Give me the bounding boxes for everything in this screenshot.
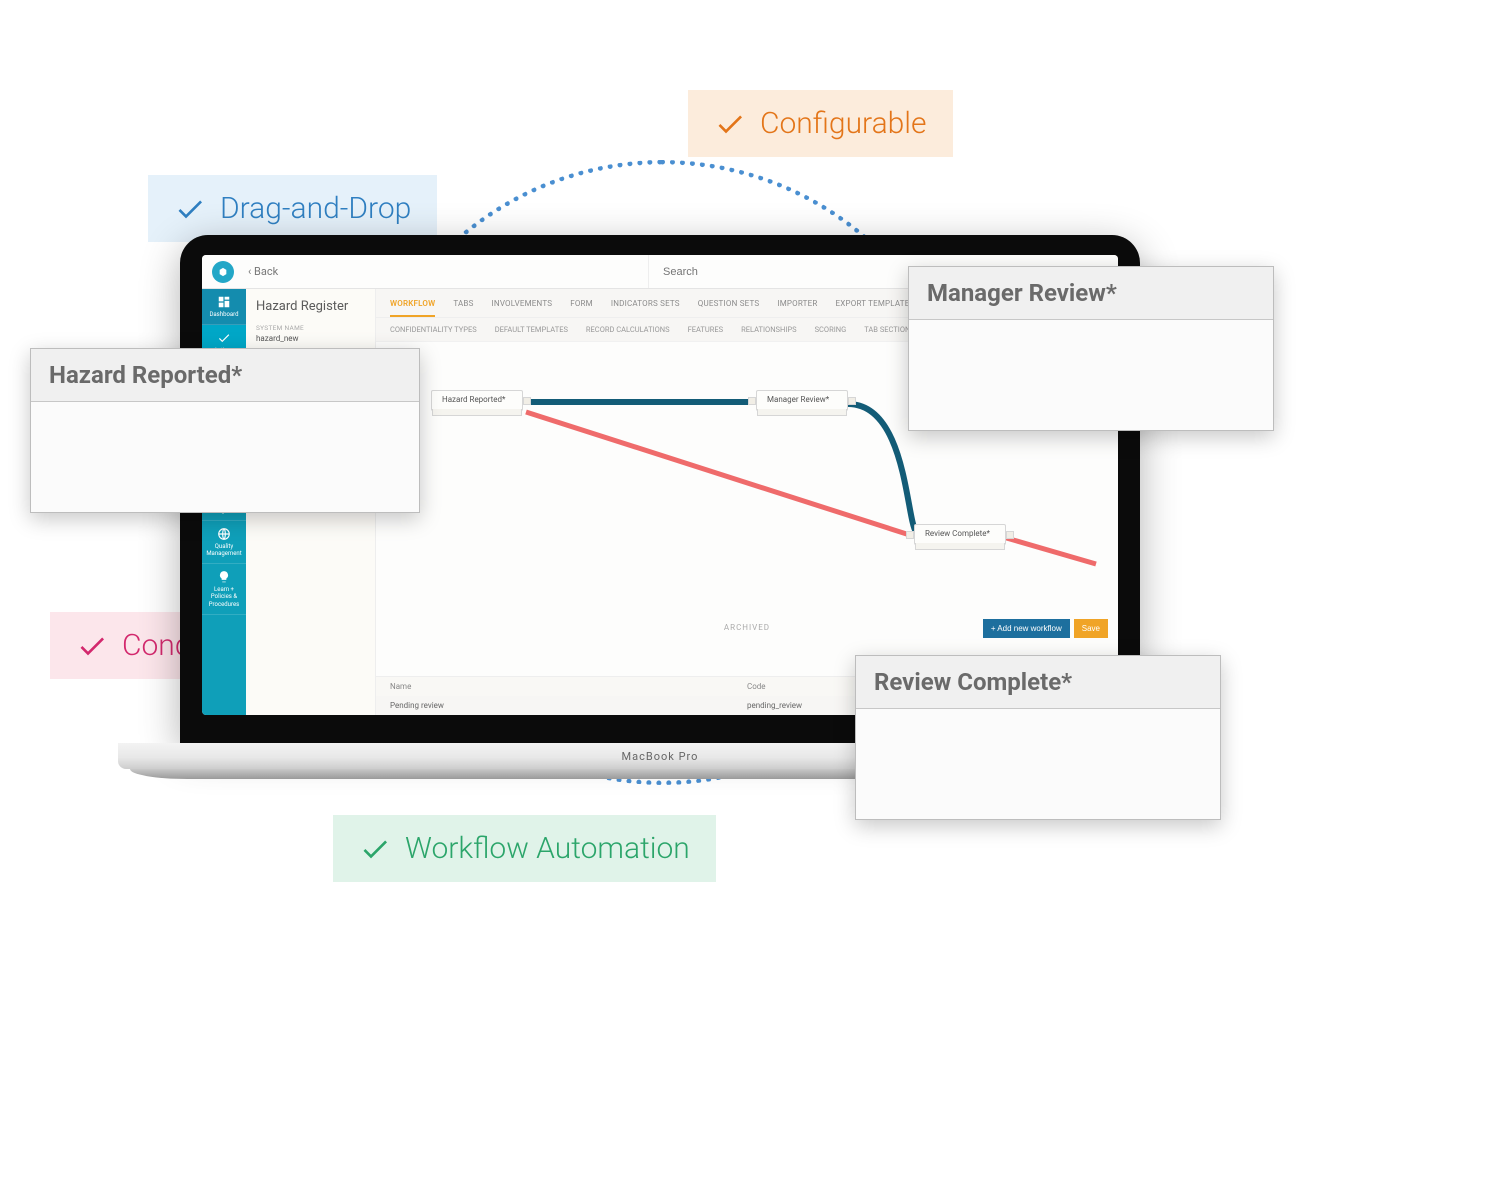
col-name: Name — [390, 682, 747, 691]
tab-involvements[interactable]: INVOLVEMENTS — [492, 299, 553, 317]
workflow-node-hazard-reported[interactable]: Hazard Reported* — [431, 390, 523, 411]
workflow-node-label: Hazard Reported* — [442, 395, 505, 404]
popout-body — [31, 402, 419, 512]
save-button[interactable]: Save — [1074, 619, 1108, 638]
sidebar-item-label: Quality Management — [204, 543, 244, 557]
tab-default-templates[interactable]: DEFAULT TEMPLATES — [495, 325, 568, 334]
grid-icon — [217, 295, 231, 309]
feature-configurable: Configurable — [688, 90, 953, 157]
feature-drag-and-drop: Drag-and-Drop — [148, 175, 437, 242]
bulb-icon — [217, 570, 231, 584]
tab-tabs[interactable]: TABS — [453, 299, 473, 317]
popout-title: Manager Review* — [909, 267, 1273, 320]
tab-record-calc[interactable]: RECORD CALCULATIONS — [586, 325, 670, 334]
sidebar-item-learn[interactable]: Learn + Policies & Procedures — [202, 564, 246, 615]
check-icon — [359, 833, 391, 865]
tab-relationships[interactable]: RELATIONSHIPS — [741, 325, 796, 334]
tab-indicators[interactable]: INDICATORS SETS — [611, 299, 680, 317]
check-icon — [76, 630, 108, 662]
popout-hazard-reported: Hazard Reported* — [30, 348, 420, 513]
laptop-brand-label: MacBook Pro — [622, 750, 699, 763]
tab-export-templates[interactable]: EXPORT TEMPLATES — [836, 299, 915, 317]
sidebar-item-label: Learn + Policies & Procedures — [204, 586, 244, 608]
tab-question-sets[interactable]: QUESTION SETS — [698, 299, 760, 317]
sidebar-item-quality[interactable]: Quality Management — [202, 521, 246, 564]
workflow-node-review-complete[interactable]: Review Complete* — [914, 524, 1006, 545]
canvas-actions: + Add new workflow Save — [983, 619, 1108, 638]
check-icon — [174, 193, 206, 225]
tab-form[interactable]: FORM — [570, 299, 593, 317]
app-logo-icon — [212, 261, 234, 283]
tab-workflow[interactable]: WORKFLOW — [390, 299, 435, 317]
tab-confidentiality[interactable]: CONFIDENTIALITY TYPES — [390, 325, 477, 334]
feature-label: Drag-and-Drop — [220, 191, 411, 226]
tab-features[interactable]: FEATURES — [688, 325, 724, 334]
globe-icon — [217, 527, 231, 541]
check-icon — [217, 331, 231, 345]
back-link[interactable]: ‹ Back — [244, 265, 278, 278]
feature-label: Workflow Automation — [405, 831, 690, 866]
add-workflow-button[interactable]: + Add new workflow — [983, 619, 1070, 638]
workflow-node-label: Manager Review* — [767, 395, 829, 404]
feature-label: Configurable — [760, 106, 927, 141]
popout-manager-review: Manager Review* — [908, 266, 1274, 431]
popout-title: Hazard Reported* — [31, 349, 419, 402]
page-title: Hazard Register — [256, 299, 365, 314]
field-label: SYSTEM NAME — [256, 324, 365, 332]
check-icon — [714, 108, 746, 140]
tab-scoring[interactable]: SCORING — [815, 325, 847, 334]
feature-workflow-automation: Workflow Automation — [333, 815, 716, 882]
sidebar-item-dashboard[interactable]: Dashboard — [202, 289, 246, 325]
workflow-node-manager-review[interactable]: Manager Review* — [756, 390, 848, 411]
popout-review-complete: Review Complete* — [855, 655, 1221, 820]
archived-label: ARCHIVED — [724, 623, 770, 632]
cell-name: Pending review — [390, 701, 747, 710]
popout-body — [856, 709, 1220, 819]
popout-body — [909, 320, 1273, 430]
field-value: hazard_new — [256, 334, 365, 343]
sidebar-item-label: Dashboard — [209, 311, 238, 318]
tab-importer[interactable]: IMPORTER — [777, 299, 817, 317]
popout-title: Review Complete* — [856, 656, 1220, 709]
workflow-node-label: Review Complete* — [925, 529, 990, 538]
